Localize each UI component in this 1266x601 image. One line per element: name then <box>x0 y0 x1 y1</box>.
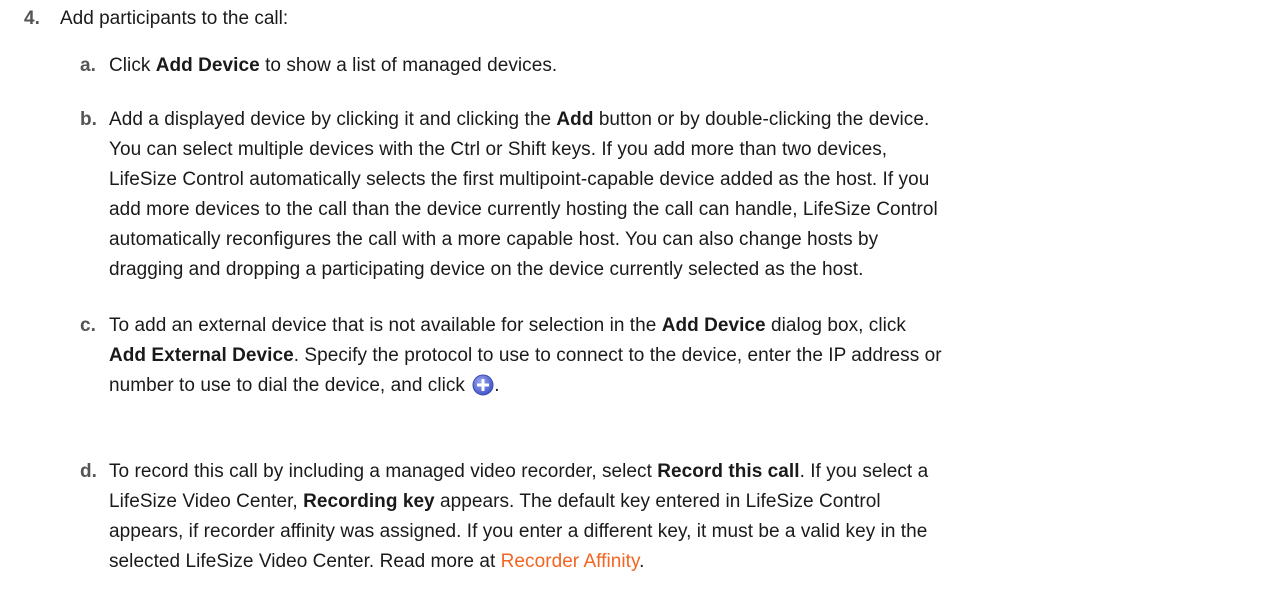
document-page: 4. Add participants to the call: a. Click… <box>0 0 1266 601</box>
recorder-affinity-link[interactable]: Recorder Affinity <box>501 551 640 572</box>
substep-letter: a. <box>80 55 96 76</box>
text-line: dragging and dropping a participating de… <box>109 259 864 280</box>
text-line: number to use to dial the device, and cl… <box>109 374 500 396</box>
record-this-call-label: Record this call <box>657 461 800 482</box>
substep-a-text: Click Add Device to show a list of manag… <box>109 55 558 76</box>
substep-letter: b. <box>80 109 97 130</box>
substep-c: c. To add an external device that is not… <box>80 311 1255 401</box>
add-device-label: Add Device <box>155 55 260 76</box>
substep-b-text: Add a displayed device by clicking it an… <box>109 105 1255 285</box>
substep-d: d. To record this call by including a ma… <box>80 457 1255 577</box>
text-line: LifeSize Control automatically selects t… <box>109 169 930 190</box>
text-line: Add a displayed device by clicking it an… <box>109 109 930 130</box>
text-line: LifeSize Video Center, Recording key app… <box>109 491 881 512</box>
text-line: add more devices to the call than the de… <box>109 199 938 220</box>
add-external-device-label: Add External Device <box>109 345 294 366</box>
substep-c-text: To add an external device that is not av… <box>109 311 1255 401</box>
substep-a: a. Click Add Device to show a list of ma… <box>80 51 1255 81</box>
add-label: Add <box>556 109 594 130</box>
step-number: 4. <box>24 8 40 29</box>
text-line: appears, if recorder affinity was assign… <box>109 521 928 542</box>
step-text: Add participants to the call: <box>60 8 289 29</box>
text-line: You can select multiple devices with the… <box>109 139 888 160</box>
text-line: To add an external device that is not av… <box>109 315 906 336</box>
text-line: selected LifeSize Video Center. Read mor… <box>109 551 645 572</box>
substep-letter: d. <box>80 461 97 482</box>
add-device-label: Add Device <box>661 315 766 336</box>
text-line: To record this call by including a manag… <box>109 461 929 482</box>
recording-key-label: Recording key <box>303 491 435 512</box>
text-line: automatically reconfigures the call with… <box>109 229 879 250</box>
text-line: Add External Device. Specify the protoco… <box>109 345 942 366</box>
substep-d-text: To record this call by including a manag… <box>109 457 1255 577</box>
substep-b: b. Add a displayed device by clicking it… <box>80 105 1255 285</box>
substep-letter: c. <box>80 315 96 336</box>
add-circle-icon[interactable] <box>472 374 494 396</box>
step-4: 4. Add participants to the call: <box>24 6 288 32</box>
